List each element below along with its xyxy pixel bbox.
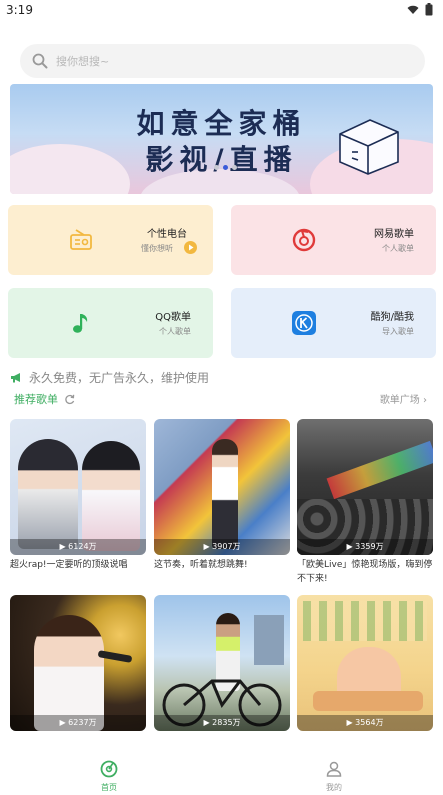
playlist-cover: ▶ 6124万	[10, 419, 146, 555]
bottom-tab-bar: 首页 我的	[0, 754, 443, 795]
playlist-tile[interactable]: ▶ 6124万 超火rap!一定要听的顶级说唱	[10, 419, 146, 572]
card-title: 酷狗/酷我	[370, 312, 414, 323]
search-placeholder: 搜你想搜~	[56, 55, 110, 68]
section-title: 推荐歌单	[14, 393, 58, 406]
playlist-tile[interactable]: ▶ 6237万	[10, 595, 146, 734]
card-subtitle: 懂你想听	[141, 244, 173, 253]
card-subtitle: 个人歌单	[382, 244, 414, 253]
banner-pager	[214, 165, 237, 170]
playlist-cover: ▶ 3359万	[297, 419, 433, 555]
pager-dot	[214, 165, 219, 170]
play-count: ▶ 6124万	[10, 539, 146, 555]
chevron-right-icon: ›	[423, 395, 427, 406]
tab-profile[interactable]: 我的	[304, 760, 364, 793]
status-bar: 3:19	[0, 0, 443, 22]
play-count: ▶ 3907万	[154, 539, 290, 555]
card-subtitle: 导入歌单	[382, 327, 414, 336]
tab-home[interactable]: 首页	[79, 760, 139, 793]
cover-sofa	[313, 691, 423, 711]
section-more-label: 歌单广场	[379, 395, 420, 406]
tab-label: 首页	[101, 783, 117, 792]
search-bar[interactable]: 搜你想搜~	[20, 44, 425, 78]
cover-rainbow	[326, 440, 433, 500]
card-qq-playlist[interactable]: QQ歌单 个人歌单	[8, 288, 213, 358]
pager-dot-active	[223, 165, 228, 170]
cover-figure	[82, 441, 140, 551]
music-note-icon	[73, 314, 88, 333]
card-title: 网易歌单	[374, 229, 414, 240]
music-disc-icon	[100, 760, 118, 778]
cover-figure	[212, 439, 238, 549]
card-subtitle: 个人歌单	[159, 327, 191, 336]
banner-title-line1: 如意全家桶	[136, 107, 307, 140]
play-count: ▶ 3359万	[297, 539, 433, 555]
playlist-caption: 「欧美Live」惊艳现场版，嗨到停不下来!	[297, 560, 433, 584]
playlist-tile[interactable]: ▶ 3359万 「欧美Live」惊艳现场版，嗨到停不下来!	[297, 419, 433, 586]
play-count: ▶ 6237万	[10, 715, 146, 731]
card-kugou-kuwo[interactable]: 酷狗/酷我 导入歌单	[231, 288, 436, 358]
card-personal-radio[interactable]: 个性电台 懂你想听	[8, 205, 213, 275]
notice-text: 永久免费，无广告永久，维护使用	[29, 371, 210, 385]
cover-figure	[18, 439, 78, 549]
cover-plants	[303, 601, 427, 641]
playlist-caption: 这节奏，听着就想跳舞!	[154, 560, 248, 570]
playlist-caption: 超火rap!一定要听的顶级说唱	[10, 560, 128, 570]
playlist-tile[interactable]: ▶ 3564万	[297, 595, 433, 734]
radio-icon	[70, 229, 92, 250]
status-time: 3:19	[6, 3, 33, 17]
battery-icon	[425, 3, 433, 16]
tab-label: 我的	[326, 783, 342, 792]
section-recommended: 推荐歌单	[14, 391, 75, 407]
netease-music-icon	[292, 228, 316, 252]
megaphone-icon	[11, 373, 20, 383]
card-title: 个性电台	[147, 229, 187, 240]
card-netease-playlist[interactable]: 网易歌单 个人歌单	[231, 205, 436, 275]
playlist-cover: ▶ 6237万	[10, 595, 146, 731]
playlist-tile[interactable]: ▶ 3907万 这节奏，听着就想跳舞!	[154, 419, 290, 572]
user-icon	[326, 761, 342, 777]
cover-figure	[34, 615, 104, 731]
playlist-cover: ▶ 3564万	[297, 595, 433, 731]
refresh-icon[interactable]	[64, 394, 75, 405]
cover-building	[254, 615, 284, 665]
status-icons	[407, 3, 433, 16]
banner-title-line2: 影视/直播	[145, 143, 298, 176]
wifi-icon	[407, 5, 419, 14]
playlist-cover: ▶ 2835万	[154, 595, 290, 731]
notice-bar: 永久免费，无广告永久，维护使用	[10, 369, 209, 386]
promo-banner[interactable]: 如意全家桶 影视/直播	[10, 84, 433, 194]
playlist-tile[interactable]: ▶ 2835万	[154, 595, 290, 734]
play-count: ▶ 2835万	[154, 715, 290, 731]
pager-dot	[232, 165, 237, 170]
search-icon	[32, 53, 48, 69]
playlist-cover: ▶ 3907万	[154, 419, 290, 555]
play-count: ▶ 3564万	[297, 715, 433, 731]
play-circle-icon[interactable]	[184, 241, 197, 254]
card-title: QQ歌单	[155, 312, 191, 323]
playlist-square-link[interactable]: 歌单广场 ›	[380, 391, 427, 406]
kugou-icon	[292, 311, 316, 335]
